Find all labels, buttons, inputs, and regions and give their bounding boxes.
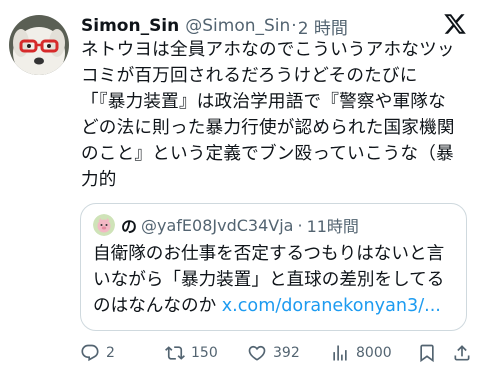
tweet-text-line: どの法に則った暴力行使が認められた国家機関 — [81, 118, 455, 138]
quote-text-segment: のはなんなのか — [93, 296, 222, 316]
tweet-text-line: コミが百万回されるだろうけどそのたびに — [81, 66, 418, 86]
tweet-header: Simon_Sin @Simon_Sin · 2 時間 — [81, 13, 348, 39]
share-button[interactable] — [452, 338, 472, 368]
separator-dot: · — [297, 215, 303, 235]
tweet-text-line: 「『暴力装置』は政治学用語で『警察や軍隊な — [81, 92, 446, 112]
bookmark-icon — [420, 344, 434, 363]
tweet-text-line: 力的 — [81, 170, 117, 190]
quote-text: 自衛隊のお仕事を否定するつもりはないと言 いながら「暴力装置」と直球の差別をして… — [93, 241, 463, 319]
quote-author-handle[interactable]: @yafE08JvdC34Vja — [141, 216, 293, 235]
bookmark-button[interactable] — [417, 338, 437, 368]
reply-count: 2 — [106, 345, 115, 361]
tweet-text-line: ネトウヨは全員アホなのでこういうアホなツッ — [81, 40, 455, 60]
quote-text-line: のはなんなのか x.com/doranekonyan3/... — [93, 293, 463, 319]
quote-timestamp[interactable]: 11時間 — [307, 213, 359, 237]
retweet-icon — [165, 346, 185, 360]
quote-author-avatar[interactable] — [93, 214, 115, 236]
reply-button[interactable]: 2 — [80, 338, 115, 368]
views-icon — [333, 345, 347, 361]
like-count: 392 — [273, 345, 300, 361]
tweet-text-line: のこと』という定義でブン殴っていこうな（暴 — [81, 144, 454, 164]
quoted-tweet-card[interactable]: の @yafE08JvdC34Vja · 11時間 自衛隊のお仕事を否定するつも… — [80, 203, 467, 331]
share-icon — [454, 345, 470, 361]
views-button[interactable]: 8000 — [330, 338, 392, 368]
separator-dot: · — [291, 16, 297, 36]
view-count: 8000 — [356, 345, 392, 361]
quote-link[interactable]: x.com/doranekonyan3/... — [222, 296, 441, 316]
author-name[interactable]: Simon_Sin — [81, 16, 179, 36]
like-button[interactable]: 392 — [247, 338, 300, 368]
author-handle[interactable]: @Simon_Sin — [185, 16, 290, 36]
x-logo-icon — [443, 12, 467, 36]
retweet-button[interactable]: 150 — [165, 338, 218, 368]
quote-header: の @yafE08JvdC34Vja · 11時間 — [93, 213, 359, 237]
retweet-count: 150 — [191, 345, 218, 361]
reply-icon — [81, 344, 99, 362]
quote-text-line: いながら「暴力装置」と直球の差別をしてる — [93, 270, 445, 290]
quote-text-line: 自衛隊のお仕事を否定するつもりはないと言 — [93, 244, 445, 264]
quote-author-name[interactable]: の — [121, 213, 137, 237]
timestamp[interactable]: 2 時間 — [298, 14, 348, 39]
author-avatar[interactable] — [9, 15, 69, 75]
action-bar: 2 150 392 8000 — [80, 338, 472, 368]
heart-icon — [248, 345, 266, 361]
tweet-text: ネトウヨは全員アホなのでこういうアホなツッ コミが百万回されるだろうけどそのたび… — [81, 37, 473, 193]
